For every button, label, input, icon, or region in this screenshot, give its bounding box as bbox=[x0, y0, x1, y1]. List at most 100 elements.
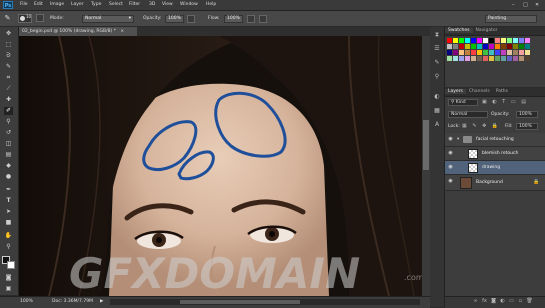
color-swatch[interactable] bbox=[489, 50, 494, 55]
crop-tool-icon[interactable]: ⌗ bbox=[4, 74, 13, 82]
horizontal-scrollbar-thumb[interactable] bbox=[180, 300, 300, 304]
quick-mask-icon[interactable]: ◙ bbox=[4, 274, 13, 282]
color-swatch[interactable] bbox=[489, 38, 494, 43]
color-swatch[interactable] bbox=[465, 56, 470, 61]
color-swatch[interactable] bbox=[525, 56, 530, 61]
tab-channels[interactable]: Channels bbox=[466, 89, 493, 94]
mode-dropdown[interactable]: Normal ▾ bbox=[82, 15, 134, 23]
tab-navigator[interactable]: Navigator bbox=[473, 28, 501, 33]
color-swatch[interactable] bbox=[447, 50, 452, 55]
color-swatch[interactable] bbox=[489, 44, 494, 49]
color-swatch[interactable] bbox=[477, 44, 482, 49]
zoom-tool-icon[interactable]: ⚲ bbox=[4, 243, 13, 251]
menu-window[interactable]: Window bbox=[180, 1, 198, 9]
move-tool-icon[interactable]: ✥ bbox=[4, 30, 13, 38]
brush-tool-icon[interactable]: ✎ bbox=[3, 14, 12, 23]
color-swatch[interactable] bbox=[513, 38, 518, 43]
color-swatch[interactable] bbox=[459, 44, 464, 49]
color-swatch[interactable] bbox=[501, 44, 506, 49]
color-swatch[interactable] bbox=[483, 56, 488, 61]
color-swatch[interactable] bbox=[495, 44, 500, 49]
close-icon[interactable]: ✕ bbox=[535, 1, 539, 9]
color-swatch[interactable] bbox=[477, 38, 482, 43]
color-swatch[interactable] bbox=[507, 56, 512, 61]
dodge-tool-icon[interactable]: ● bbox=[4, 173, 13, 181]
color-swatch[interactable] bbox=[447, 44, 452, 49]
color-swatch[interactable] bbox=[513, 56, 518, 61]
color-swatch[interactable] bbox=[507, 38, 512, 43]
color-swatch[interactable] bbox=[477, 50, 482, 55]
color-swatch[interactable] bbox=[501, 38, 506, 43]
menu-image[interactable]: Image bbox=[50, 1, 64, 9]
color-swatch[interactable] bbox=[519, 44, 524, 49]
healing-brush-tool-icon[interactable]: ✚ bbox=[4, 96, 13, 104]
blend-mode-dropdown[interactable]: Normal bbox=[448, 111, 488, 118]
color-swatch[interactable] bbox=[495, 56, 500, 61]
pen-tool-icon[interactable]: ✒ bbox=[4, 186, 13, 194]
blur-tool-icon[interactable]: ◆ bbox=[4, 162, 13, 170]
opacity-field[interactable]: 100% bbox=[165, 15, 184, 23]
menu-3d[interactable]: 3D bbox=[149, 1, 155, 9]
properties-panel-icon[interactable]: ☰ bbox=[433, 45, 441, 53]
visibility-eye-icon[interactable]: ◉ bbox=[447, 179, 454, 184]
color-swatch[interactable] bbox=[453, 56, 458, 61]
character-panel-icon[interactable]: A bbox=[433, 121, 441, 129]
document-info[interactable]: Doc: 3.36M/7.79M bbox=[52, 298, 93, 305]
brush-panel-icon[interactable] bbox=[36, 14, 44, 22]
workspace-dropdown[interactable]: Painting bbox=[485, 15, 537, 23]
color-swatch[interactable] bbox=[525, 50, 530, 55]
menu-file[interactable]: File bbox=[20, 1, 28, 9]
adjustment-layer-icon[interactable]: ◐ bbox=[499, 298, 506, 305]
layer-row-drawing[interactable]: ◉ drawing bbox=[445, 161, 545, 175]
visibility-eye-icon[interactable]: ◉ bbox=[447, 137, 454, 142]
screen-mode-icon[interactable]: ▣ bbox=[4, 285, 13, 293]
brush-panel-icon-strip[interactable]: ✎ bbox=[433, 59, 441, 67]
color-swatch[interactable] bbox=[507, 50, 512, 55]
layer-mask-icon[interactable]: ◙ bbox=[490, 298, 497, 305]
history-brush-tool-icon[interactable]: ↺ bbox=[4, 129, 13, 137]
marquee-tool-icon[interactable]: ⬚ bbox=[4, 41, 13, 49]
zoom-level[interactable]: 100% bbox=[20, 298, 33, 305]
layer-row-background[interactable]: ◉ Background 🔒 bbox=[445, 175, 545, 191]
color-swatch[interactable] bbox=[471, 56, 476, 61]
color-swatch[interactable] bbox=[471, 50, 476, 55]
color-swatch[interactable] bbox=[519, 50, 524, 55]
visibility-eye-icon[interactable]: ◉ bbox=[447, 165, 454, 170]
adjustments-panel-icon[interactable]: ◐ bbox=[433, 93, 441, 101]
layer-opacity-field[interactable]: 100% bbox=[516, 111, 538, 118]
eraser-tool-icon[interactable]: ◫ bbox=[4, 140, 13, 148]
clone-stamp-tool-icon[interactable]: ⚲ bbox=[4, 118, 13, 126]
history-panel-icon[interactable]: ⧗ bbox=[433, 31, 441, 39]
scrollbar-thumb[interactable] bbox=[423, 120, 429, 170]
minimize-icon[interactable]: – bbox=[512, 1, 515, 9]
delete-layer-icon[interactable]: 🗑 bbox=[526, 298, 533, 305]
pressure-size-icon[interactable] bbox=[259, 15, 267, 23]
fill-field[interactable]: 100% bbox=[516, 123, 538, 130]
color-swatch[interactable] bbox=[519, 56, 524, 61]
new-group-icon[interactable]: ▭ bbox=[508, 298, 515, 305]
color-swatch[interactable] bbox=[459, 38, 464, 43]
layer-style-icon[interactable]: fx bbox=[481, 298, 488, 305]
color-swatch[interactable] bbox=[513, 50, 518, 55]
background-color-swatch[interactable] bbox=[7, 261, 15, 269]
layer-filter-icons[interactable]: ▣ ◐ T ▭ ▤ bbox=[482, 99, 540, 106]
color-swatch[interactable] bbox=[465, 38, 470, 43]
type-tool-icon[interactable]: T bbox=[4, 197, 13, 205]
menu-layer[interactable]: Layer bbox=[71, 1, 84, 9]
menu-edit[interactable]: Edit bbox=[34, 1, 43, 9]
color-swatch[interactable] bbox=[507, 44, 512, 49]
hand-tool-icon[interactable]: ✋ bbox=[4, 232, 13, 240]
flow-field[interactable]: 100% bbox=[224, 15, 243, 23]
color-swatch[interactable] bbox=[471, 44, 476, 49]
menu-filter[interactable]: Filter bbox=[129, 1, 140, 9]
airbrush-icon[interactable] bbox=[247, 15, 255, 23]
color-swatch[interactable] bbox=[483, 44, 488, 49]
menu-help[interactable]: Help bbox=[206, 1, 216, 9]
pressure-opacity-icon[interactable] bbox=[187, 15, 195, 23]
new-layer-icon[interactable]: ▫ bbox=[517, 298, 524, 305]
color-swatch[interactable] bbox=[465, 44, 470, 49]
eyedropper-tool-icon[interactable]: ⟋ bbox=[4, 85, 13, 93]
color-swatch[interactable] bbox=[459, 56, 464, 61]
color-swatch[interactable] bbox=[501, 50, 506, 55]
color-swatch[interactable] bbox=[453, 38, 458, 43]
